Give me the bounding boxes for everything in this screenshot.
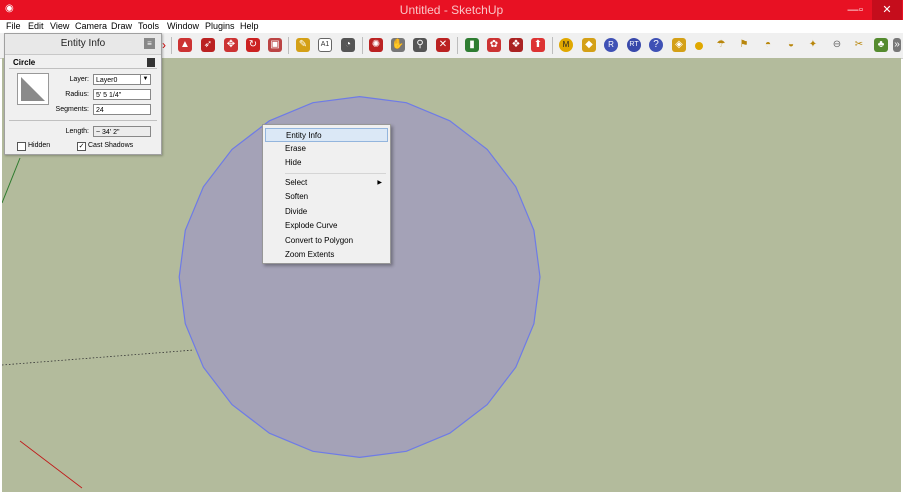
context-menu-explode-curve[interactable]: Explode Curve xyxy=(265,219,388,233)
scale-icon[interactable]: ▣ xyxy=(268,38,282,52)
sphere-icon[interactable] xyxy=(695,42,703,50)
red-axis-hidden xyxy=(2,349,195,366)
menu-item-label: Entity Info xyxy=(286,131,322,140)
cross-icon[interactable]: ✂ xyxy=(852,38,866,52)
cast-shadows-label: Cast Shadows xyxy=(88,142,134,149)
text-tool-icon[interactable]: A1 xyxy=(318,38,332,52)
toolbar-overflow-icon[interactable]: » xyxy=(893,38,901,52)
divider xyxy=(9,120,157,121)
segments-label: Segments: xyxy=(55,106,89,113)
red-axis xyxy=(19,440,83,489)
panel-close-icon[interactable]: ≡ xyxy=(144,38,155,49)
entity-info-panel: Entity Info ≡ Circle Layer: Layer0 ▼ Rad… xyxy=(4,33,162,155)
chevron-down-icon[interactable]: ▼ xyxy=(140,75,150,84)
context-menu-zoom-extents[interactable]: Zoom Extents xyxy=(265,248,388,262)
radius-label: Radius: xyxy=(65,91,89,98)
hidden-checkbox[interactable] xyxy=(17,142,26,151)
length-label: Length: xyxy=(65,128,89,135)
menu-item-label: Erase xyxy=(285,144,306,153)
layer-select[interactable]: Layer0 ▼ xyxy=(93,74,151,85)
menu-item-label: Soften xyxy=(285,192,309,201)
menu-edit[interactable]: Edit xyxy=(28,20,44,33)
menu-help[interactable]: Help xyxy=(240,20,259,33)
length-field: ~ 34' 2" xyxy=(93,126,151,137)
menu-camera[interactable]: Camera xyxy=(75,20,107,33)
ring-icon[interactable]: ⊖ xyxy=(830,38,844,52)
toolbar-separator xyxy=(171,37,172,54)
menu-item-label: Hide xyxy=(285,158,302,167)
chevron-right-icon: ▶ xyxy=(377,180,382,186)
cast-shadows-checkbox[interactable]: ✓ xyxy=(77,142,86,151)
context-menu-select[interactable]: Select ▶ xyxy=(265,176,388,190)
context-menu-soften[interactable]: Soften xyxy=(265,190,388,204)
context-menu-hide[interactable]: Hide xyxy=(265,156,388,170)
flag-icon[interactable]: ⚑ xyxy=(737,38,751,52)
menu-item-label: Select xyxy=(285,178,308,187)
menu-window[interactable]: Window xyxy=(167,20,199,33)
menu-draw[interactable]: Draw xyxy=(111,20,132,33)
segments-field[interactable]: 24 xyxy=(93,104,151,115)
context-menu-entity-info[interactable]: Entity Info xyxy=(265,128,388,142)
toolbar-separator xyxy=(288,37,289,54)
menu-item-label: Zoom Extents xyxy=(285,250,335,259)
zoom-extents-icon[interactable]: ✕ xyxy=(436,38,450,52)
share-model-icon[interactable]: ⬆ xyxy=(531,38,545,52)
rotate-icon[interactable]: ↻ xyxy=(246,38,260,52)
zoom-icon[interactable]: ⚲ xyxy=(413,38,427,52)
context-menu-erase[interactable]: Erase xyxy=(265,142,388,156)
push-pull-icon[interactable]: ▲ xyxy=(178,38,192,52)
menu-item-label: Divide xyxy=(285,207,308,216)
pan-icon[interactable]: ✋ xyxy=(391,38,405,52)
menu-item-label: Convert to Polygon xyxy=(285,236,354,245)
menu-bar: File Edit View Camera Draw Tools Window … xyxy=(0,20,903,33)
warehouse-icon[interactable]: ❖ xyxy=(509,38,523,52)
toolbar-separator xyxy=(457,37,458,54)
label-icon[interactable]: ◈ xyxy=(672,38,686,52)
context-menu-convert-to-polygon[interactable]: Convert to Polygon xyxy=(265,234,388,248)
entity-type-label: Circle xyxy=(13,58,36,67)
tag-icon[interactable]: ◆ xyxy=(582,38,596,52)
tree-icon[interactable]: ♣ xyxy=(874,38,888,52)
menu-separator xyxy=(285,173,386,174)
plugin-rt-icon[interactable]: RT xyxy=(627,38,641,52)
hidden-label: Hidden xyxy=(28,142,51,149)
menu-file[interactable]: File xyxy=(6,20,21,33)
materials-icon[interactable]: ✿ xyxy=(487,38,501,52)
title-bar: ◉ Untitled - SketchUp — ▫ ✕ xyxy=(0,0,903,20)
hemisphere-icon[interactable]: ◒ xyxy=(784,38,798,52)
light-icon[interactable]: ✦ xyxy=(806,38,820,52)
entity-info-header[interactable]: Entity Info ≡ xyxy=(5,34,161,55)
pin-icon[interactable] xyxy=(147,58,155,67)
orbit-icon[interactable]: ✺ xyxy=(369,38,383,52)
plugin-m-icon[interactable]: M xyxy=(559,38,573,52)
plugin-r-icon[interactable]: R xyxy=(604,38,618,52)
menu-plugins[interactable]: Plugins xyxy=(205,20,235,33)
entity-info-title: Entity Info xyxy=(60,38,106,49)
context-menu-divide[interactable]: Divide xyxy=(265,205,388,219)
maximize-button[interactable]: ▫ xyxy=(850,0,872,20)
move-icon[interactable]: ✥ xyxy=(224,38,238,52)
toolbar-separator xyxy=(362,37,363,54)
radius-field[interactable]: 5' 5 1/4" xyxy=(93,89,151,100)
protractor-icon[interactable]: ◔ xyxy=(341,38,355,52)
layer-label: Layer: xyxy=(69,76,89,83)
menu-item-label: Explode Curve xyxy=(285,221,338,230)
divider xyxy=(9,68,157,69)
green-axis xyxy=(2,157,21,204)
layer-value: Layer0 xyxy=(96,77,118,84)
follow-me-icon[interactable]: ➶ xyxy=(201,38,215,52)
spotlight-icon[interactable]: ☂ xyxy=(714,38,728,52)
context-menu: Entity Info Erase Hide Select ▶ Soften Di… xyxy=(262,124,391,264)
toolbar-separator xyxy=(552,37,553,54)
window-title: Untitled - SketchUp xyxy=(399,3,504,17)
menu-view[interactable]: View xyxy=(50,20,69,33)
menu-tools[interactable]: Tools xyxy=(138,20,159,33)
dome-icon[interactable]: ◓ xyxy=(761,38,775,52)
tape-measure-icon[interactable]: ✎ xyxy=(296,38,310,52)
components-icon[interactable]: ▮ xyxy=(465,38,479,52)
close-button[interactable]: ✕ xyxy=(872,0,902,20)
help-icon[interactable]: ? xyxy=(649,38,663,52)
